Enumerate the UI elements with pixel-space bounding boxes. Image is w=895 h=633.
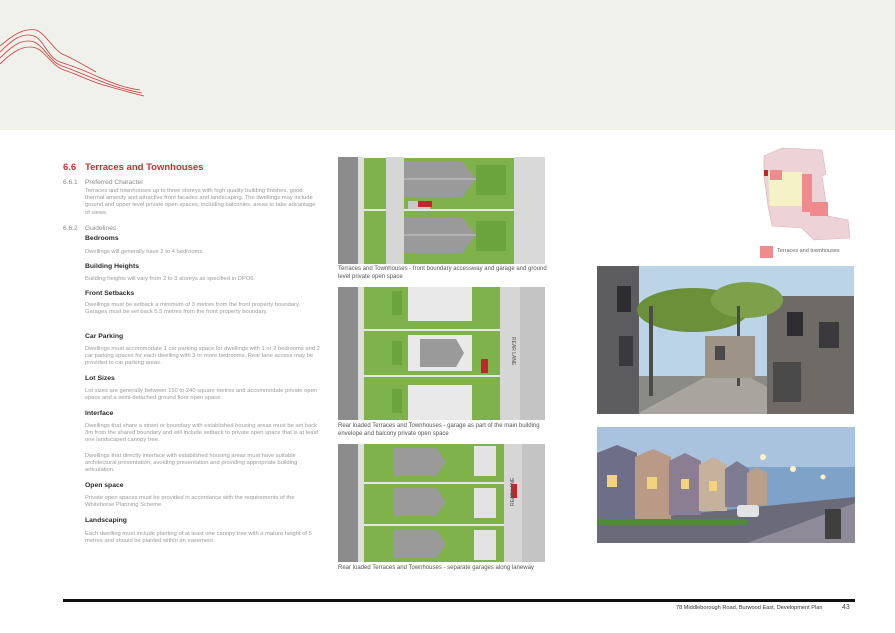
photo-street-dusk [597, 427, 855, 543]
footer-document-title: 78 Middleborough Road, Burwood East, Dev… [676, 605, 823, 611]
subsection-number: 6.6.2 [63, 225, 78, 232]
guideline-heading-front-setbacks: Front Setbacks [85, 290, 135, 297]
site-plan-front-access [338, 157, 545, 264]
guideline-text-bedrooms: Dwellings will generally have 2 to 4 bed… [85, 249, 204, 255]
legend-label: Terraces and townhouses [777, 248, 840, 254]
guideline-heading-bedrooms: Bedrooms [85, 235, 119, 242]
page-number: 43 [842, 604, 850, 611]
section-number: 6.6 [63, 162, 77, 173]
caption-rear-loaded-main: Rear loaded Terraces and Townhouses - ga… [338, 423, 540, 437]
guideline-text-car-parking: Dwellings must accommodate 1 car parking… [85, 346, 320, 367]
key-map [763, 147, 851, 241]
legend-swatch [760, 246, 773, 258]
guideline-text-landscaping: Each dwelling must include planting of a… [85, 531, 312, 545]
caption-front-access: Terraces and Townhouses - front boundary… [338, 266, 547, 280]
contour-graphic [0, 29, 145, 97]
site-plan-rear-loaded-main: REAR LANE [338, 287, 545, 420]
section-title: 6.6 Terraces and Townhouses [63, 162, 203, 173]
guideline-heading-car-parking: Car Parking [85, 333, 124, 340]
site-plan-rear-loaded-laneway: REAR LANE [338, 444, 545, 562]
rear-lane-label: REAR LANE [510, 337, 516, 366]
guideline-text-front-setbacks: Dwellings must be setback a minimum of 3… [85, 302, 301, 316]
guideline-heading-building-heights: Building Heights [85, 263, 139, 270]
guideline-text-interface-2: Dwellings that directly interface with e… [85, 453, 298, 474]
subsection-number: 6.6.1 [63, 179, 78, 186]
subsection-title: Guidelines [85, 225, 117, 232]
guideline-text-interface: Dwellings that share a street or boundar… [85, 423, 318, 444]
guideline-text-building-heights: Building heights will vary from 2 to 3 s… [85, 276, 256, 282]
guideline-heading-lot-sizes: Lot Sizes [85, 375, 115, 382]
guideline-heading-landscaping: Landscaping [85, 517, 127, 524]
section-title-text: Terraces and Townhouses [85, 162, 204, 173]
guideline-text-lot-sizes: Lot sizes are generally between 150 to 2… [85, 388, 318, 402]
preferred-character-text: Terraces and townhouses up to three stor… [85, 188, 316, 216]
photo-laneway [597, 266, 854, 414]
caption-rear-loaded-laneway: Rear loaded Terraces and Townhouses - se… [338, 565, 534, 571]
rear-lane-label-2: REAR LANE [510, 477, 516, 506]
guideline-text-open-space: Private open spaces must be provided in … [85, 495, 295, 509]
guideline-heading-open-space: Open space [85, 482, 124, 489]
footer-rule [63, 599, 855, 602]
subsection-title: Preferred Character [85, 179, 144, 186]
guideline-heading-interface: Interface [85, 410, 114, 417]
